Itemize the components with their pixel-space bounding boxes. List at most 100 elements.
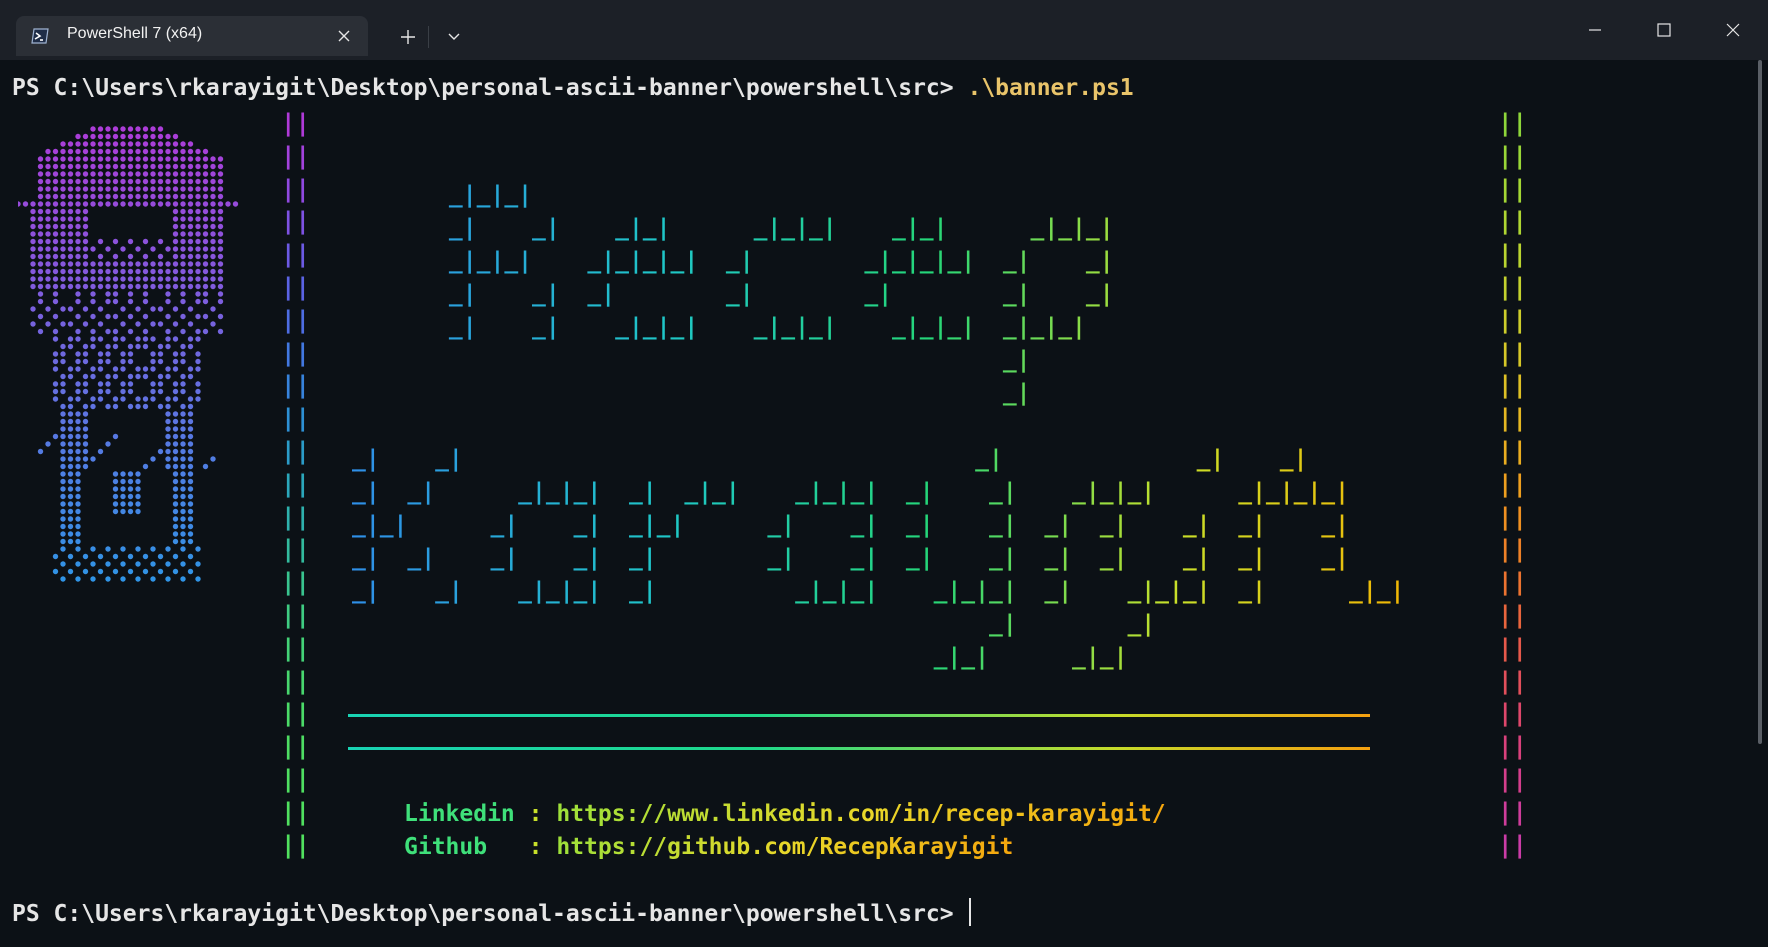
portrait-dot <box>45 253 51 260</box>
portrait-dot <box>97 201 104 207</box>
close-icon[interactable] <box>1709 12 1757 48</box>
portrait-dot <box>75 411 81 417</box>
portrait-dot <box>112 553 119 560</box>
portrait-dot <box>217 171 224 177</box>
portrait-dot <box>97 126 104 132</box>
portrait-dot <box>195 328 201 335</box>
portrait-dot <box>202 186 209 192</box>
portrait-dot <box>172 508 179 515</box>
portrait-dot <box>45 283 51 290</box>
portrait-dot <box>120 193 126 200</box>
portrait-dot <box>52 276 59 282</box>
portrait-dot <box>67 486 74 492</box>
close-icon[interactable] <box>334 26 354 46</box>
portrait-dot <box>187 478 194 485</box>
portrait-dot <box>157 358 164 365</box>
portrait-dot <box>52 148 59 155</box>
prompt-line-current[interactable]: PS C:\Users\rkarayigit\Desktop\personal-… <box>12 898 972 929</box>
portrait-dot <box>30 231 36 237</box>
portrait-dot <box>210 186 216 192</box>
left-border-segment: || <box>281 633 310 662</box>
portrait-dot <box>187 366 194 372</box>
portrait-dot <box>112 163 119 170</box>
right-border-segment: || <box>1498 765 1527 793</box>
right-border-segment: || <box>1498 469 1527 498</box>
portrait-dot <box>135 471 141 477</box>
portrait-dot <box>150 133 156 140</box>
portrait-dot <box>217 238 224 245</box>
portrait-dot <box>187 426 194 432</box>
portrait-dot <box>172 448 179 455</box>
portrait-dot <box>30 253 36 260</box>
scrollbar[interactable] <box>1758 60 1762 744</box>
portrait-dot <box>105 171 111 177</box>
portrait-dot <box>187 508 194 515</box>
portrait-dot <box>75 396 81 402</box>
portrait-dot <box>180 358 186 365</box>
portrait-dot <box>195 351 201 357</box>
portrait-dot <box>202 201 209 207</box>
portrait-dot <box>75 381 81 387</box>
left-border-segment: || <box>281 174 310 203</box>
portrait-dot <box>67 148 74 155</box>
portrait-dot <box>142 171 149 177</box>
portrait-dot <box>90 456 96 462</box>
portrait-dot <box>67 306 74 312</box>
portrait-dot <box>67 471 74 477</box>
portrait-dot <box>195 171 201 177</box>
portrait-dot <box>60 381 66 387</box>
portrait-dot <box>30 216 36 222</box>
portrait-dot <box>127 238 134 245</box>
portrait-dot <box>75 268 81 275</box>
portrait-dot <box>97 568 104 575</box>
portrait-dot <box>202 216 209 222</box>
left-border-segment: || <box>281 207 310 236</box>
portrait-dot <box>67 478 74 485</box>
portrait-dot <box>60 178 66 185</box>
portrait-dot <box>97 253 104 260</box>
portrait-dot <box>67 283 74 290</box>
portrait-dot <box>157 186 164 192</box>
left-border-segment: || <box>281 141 310 170</box>
portrait-dot <box>127 253 134 260</box>
new-tab-button[interactable] <box>390 24 426 50</box>
portrait-dot <box>75 313 81 320</box>
portrait-dot <box>82 441 89 447</box>
portrait-dot <box>112 501 119 507</box>
portrait-dot <box>60 441 66 447</box>
portrait-dot <box>135 403 141 410</box>
portrait-dot <box>112 276 119 282</box>
portrait-dot <box>217 246 224 252</box>
link-linkedin[interactable]: Linkedin : https://www.linkedin.com/in/r… <box>404 799 1166 829</box>
portrait-dot <box>202 313 209 320</box>
portrait-dot <box>120 283 126 290</box>
portrait-dot <box>210 231 216 237</box>
tab-powershell[interactable]: PowerShell 7 (x64) <box>16 16 368 56</box>
chevron-down-icon[interactable] <box>436 24 472 50</box>
portrait-dot <box>127 163 134 170</box>
prompt-line: PS C:\Users\rkarayigit\Desktop\personal-… <box>12 73 1134 103</box>
portrait-dot <box>67 208 74 215</box>
minimize-icon[interactable] <box>1571 12 1619 48</box>
portrait-dot <box>157 133 164 140</box>
portrait-dot <box>142 291 149 297</box>
portrait-dot <box>180 178 186 185</box>
portrait-dot <box>202 156 209 162</box>
portrait-ascii-art <box>18 126 239 582</box>
portrait-dot <box>127 478 134 485</box>
portrait-dot <box>142 313 149 320</box>
maximize-icon[interactable] <box>1640 12 1688 48</box>
portrait-dot <box>75 471 81 477</box>
portrait-dot <box>127 388 134 395</box>
left-border-segment: || <box>281 732 310 761</box>
link-github[interactable]: Github : https://github.com/RecepKarayig… <box>404 832 1013 862</box>
portrait-dot <box>67 276 74 282</box>
portrait-dot <box>135 276 141 282</box>
portrait-dot <box>172 486 179 492</box>
portrait-dot <box>217 208 224 215</box>
portrait-dot <box>97 553 104 560</box>
portrait-dot <box>60 148 66 155</box>
portrait-dot <box>120 201 126 207</box>
portrait-dot <box>90 163 96 170</box>
portrait-dot <box>37 171 44 177</box>
